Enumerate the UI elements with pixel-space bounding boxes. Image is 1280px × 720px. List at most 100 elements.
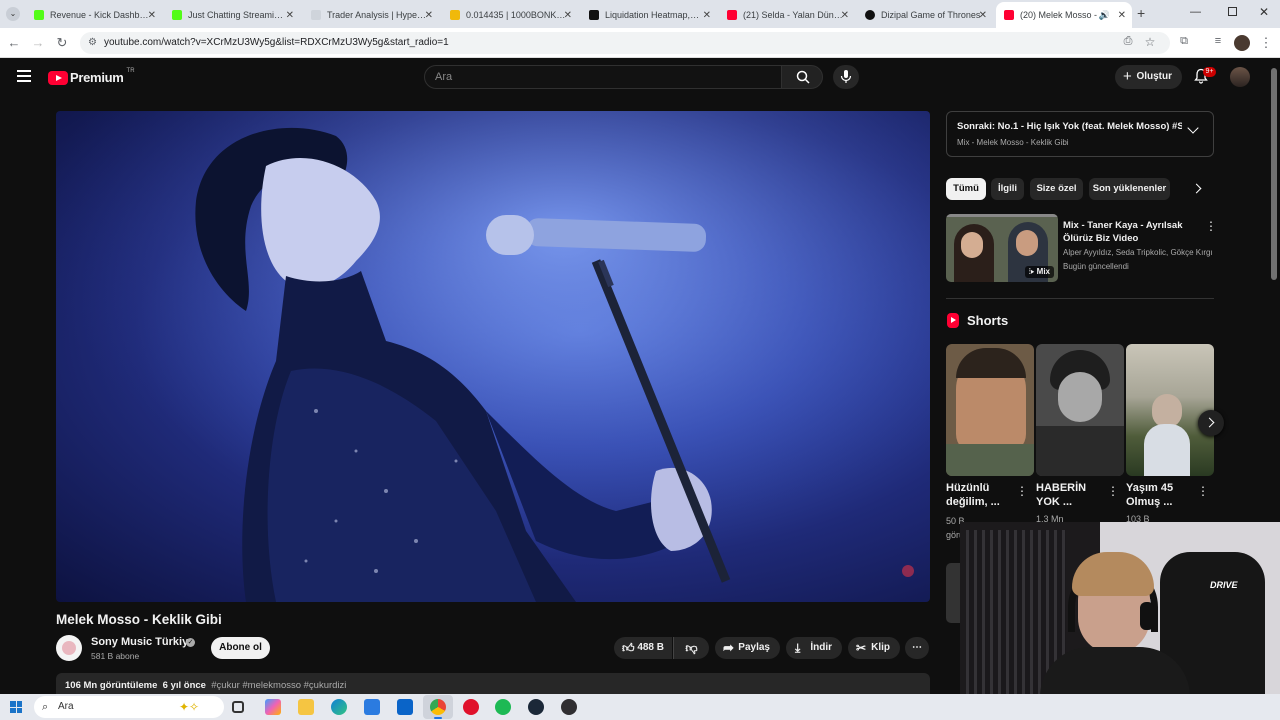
url-input[interactable]: ⚙ youtube.com/watch?v=XCrMzU3Wy5g&list=R… [80, 32, 1170, 54]
dislike-button[interactable]: 👎︎ [673, 637, 709, 659]
subscribe-button[interactable]: Abone ol [211, 637, 270, 659]
short-more-icon[interactable]: ⋮ [1197, 484, 1209, 498]
mix-thumbnail[interactable]: ⫶▸ Mix [946, 214, 1058, 282]
browser-tab[interactable]: Dizipal Game of Thrones ✕ [857, 4, 993, 26]
media-control-icon[interactable]: ≡ [1210, 35, 1226, 47]
clip-button[interactable]: ✂ Klip [848, 637, 900, 659]
share-button[interactable]: ➦ Paylaş [715, 637, 780, 659]
like-button[interactable]: 👍︎ 488 B [614, 637, 672, 659]
close-icon[interactable]: ✕ [1118, 10, 1126, 21]
short-title[interactable]: Yaşım 45 Olmuş ... [1126, 481, 1202, 509]
extensions-icon[interactable]: ⧉ [1176, 35, 1192, 48]
edge-icon[interactable] [331, 699, 347, 715]
close-icon[interactable]: ✕ [286, 10, 294, 21]
hamburger-menu-icon[interactable] [17, 70, 31, 82]
bookmark-star-icon[interactable]: ☆ [1142, 35, 1158, 49]
create-button[interactable]: + Oluştur [1115, 65, 1182, 89]
thumbs-down-icon: 👎︎ [685, 641, 698, 655]
browser-tab[interactable]: (21) Selda - Yalan Dünya ✕ [719, 4, 855, 26]
channel-avatar[interactable] [56, 635, 82, 661]
close-icon[interactable]: ✕ [841, 10, 849, 21]
short-title[interactable]: HABERİN YOK ... [1036, 481, 1112, 509]
tab-search-icon[interactable]: ⌄ [6, 7, 20, 21]
voice-search-button[interactable] [833, 65, 859, 89]
new-tab-button[interactable]: + [1137, 5, 1145, 21]
opera-icon[interactable] [463, 699, 479, 715]
site-info-icon[interactable]: ⚙ [88, 32, 97, 54]
kick-icon [34, 10, 44, 20]
channel-name[interactable]: Sony Music Türkiye [91, 636, 194, 648]
close-icon[interactable]: ✕ [703, 10, 711, 21]
install-icon[interactable]: ⎙ [1120, 35, 1136, 48]
task-view-icon[interactable] [232, 701, 244, 713]
chevron-right-icon[interactable] [1191, 183, 1202, 194]
browser-tab[interactable]: Trader Analysis | HyperDash✕ [303, 4, 439, 26]
chip-related[interactable]: İlgili [991, 178, 1024, 200]
browser-tab[interactable]: Liquidation Heatmap,Bitcoin✕ [581, 4, 717, 26]
menu-dots-icon[interactable]: ⋮ [1258, 35, 1274, 51]
speaker-icon[interactable]: 🔊 [1099, 10, 1110, 21]
download-button[interactable]: ⤓ İndir [786, 637, 842, 659]
page-scrollbar[interactable] [1271, 68, 1277, 280]
spotify-icon[interactable] [495, 699, 511, 715]
short-thumbnail[interactable] [1126, 344, 1214, 476]
more-actions-button[interactable]: ⋯ [905, 637, 929, 659]
hashtags[interactable]: #çukur #melekmosso #çukurdizi [211, 680, 346, 691]
chevron-right-icon [1204, 417, 1215, 428]
taskbar-search-input[interactable]: ⌕ Ara ✦✧ [34, 696, 224, 718]
chrome-taskbar-active[interactable] [423, 695, 453, 719]
close-icon[interactable]: ✕ [979, 10, 987, 21]
video-player[interactable] [56, 111, 930, 602]
close-icon[interactable]: ✕ [148, 10, 156, 21]
chip-for-you[interactable]: Size özel [1030, 178, 1083, 200]
youtube-logo[interactable]: Premium TR [48, 68, 135, 85]
youtube-icon [727, 10, 737, 20]
youtube-play-icon [48, 70, 68, 85]
search-button[interactable] [781, 65, 823, 89]
mix-more-icon[interactable]: ⋮ [1205, 219, 1217, 233]
verified-icon: ✓ [186, 638, 195, 647]
binance-icon [450, 10, 460, 20]
store-icon[interactable] [364, 699, 380, 715]
up-next-panel[interactable]: Sonraki: No.1 - Hiç Işık Yok (feat. Mele… [946, 111, 1214, 157]
close-icon[interactable]: ✕ [425, 10, 433, 21]
shorts-next-button[interactable] [1198, 410, 1224, 436]
file-explorer-icon[interactable] [298, 699, 314, 715]
close-icon[interactable]: ✕ [564, 10, 572, 21]
profile-avatar[interactable] [1234, 35, 1250, 51]
browser-tab[interactable]: Revenue - Kick Dashboard ✕ [26, 4, 162, 26]
back-icon[interactable]: ← [6, 35, 22, 50]
copilot-sparkle-icon: ✦✧ [179, 700, 200, 714]
forward-icon[interactable]: → [30, 35, 46, 50]
search-icon [796, 70, 810, 84]
short-more-icon[interactable]: ⋮ [1107, 484, 1119, 498]
minimize-button[interactable]: — [1190, 6, 1201, 18]
windows-start-icon[interactable] [10, 701, 22, 713]
obs-icon[interactable] [561, 699, 577, 715]
short-more-icon[interactable]: ⋮ [1016, 484, 1028, 498]
thumbs-up-icon: 👍︎ [622, 641, 635, 655]
short-title[interactable]: Hüzünlü değilim, ... [946, 481, 1022, 509]
outlook-icon[interactable] [397, 699, 413, 715]
window-close-button[interactable]: ✕ [1259, 5, 1269, 19]
search-input[interactable]: Ara [424, 65, 782, 89]
restore-button[interactable] [1228, 7, 1237, 16]
short-thumbnail[interactable] [946, 344, 1034, 476]
chip-recent[interactable]: Son yüklenenler [1089, 178, 1170, 200]
reload-icon[interactable]: ↻ [54, 35, 70, 51]
account-avatar[interactable] [1230, 67, 1250, 87]
browser-tab-active[interactable]: (20) Melek Mosso - Keklik🔊✕ [996, 2, 1132, 28]
chair-brand-label: DRIVE [1210, 580, 1238, 590]
playlist-icon: ⫶▸ [1028, 267, 1035, 276]
scissors-icon: ✂ [856, 641, 867, 655]
chip-all[interactable]: Tümü [946, 178, 986, 200]
short-thumbnail[interactable] [1036, 344, 1124, 476]
copilot-icon[interactable] [265, 699, 281, 715]
browser-tab[interactable]: 0.014435 | 1000BONKUSDT✕ [442, 4, 578, 26]
chevron-down-icon[interactable] [1187, 122, 1199, 134]
steam-icon[interactable] [528, 699, 544, 715]
webcam-overlay: DRIVE [960, 522, 1280, 720]
browser-tab[interactable]: Just Chatting Streaming - ✕ [164, 4, 300, 26]
sidebar-next-thumbnail[interactable] [946, 563, 960, 623]
mix-title[interactable]: Mix - Taner Kaya - Ayrılsak Ölürüz Biz V… [1063, 219, 1183, 245]
